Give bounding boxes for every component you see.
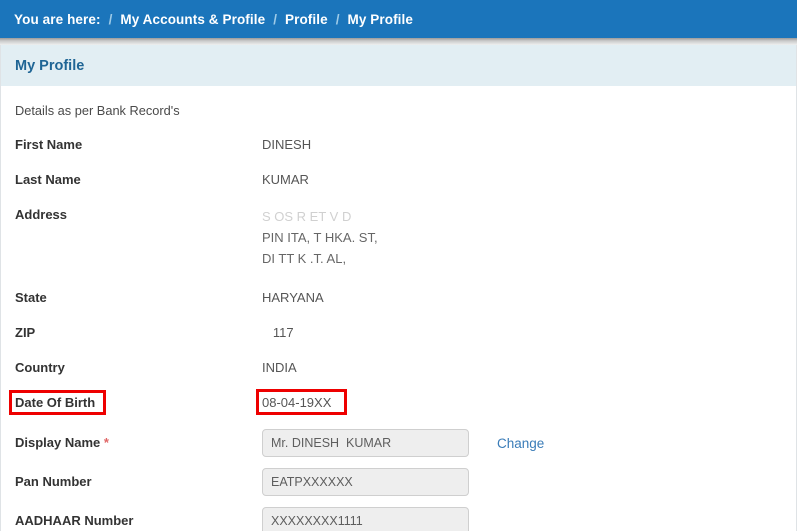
last-name-value: KUMAR <box>262 172 309 187</box>
field-row-state: State HARYANA <box>15 289 796 307</box>
field-row-date-of-birth: Date Of Birth 08-04-19XX <box>9 389 796 415</box>
date-of-birth-label-text: Date Of Birth <box>15 395 96 410</box>
breadcrumb-prefix: You are here: <box>14 11 101 27</box>
change-display-name-link[interactable]: Change <box>497 436 544 451</box>
display-name-input[interactable] <box>262 429 469 457</box>
field-row-zip: ZIP 117 <box>15 324 796 342</box>
date-of-birth-value: 08-04-19XX <box>256 389 347 415</box>
zip-label: ZIP <box>15 325 36 340</box>
aadhaar-number-input[interactable] <box>262 507 469 531</box>
breadcrumb-item-profile[interactable]: Profile <box>285 12 328 27</box>
header-divider-strip <box>0 38 797 45</box>
field-row-display-name: Display Name * Change <box>15 429 796 457</box>
address-line-1: S OS R ET V D <box>262 209 352 224</box>
page-root: You are here: / My Accounts & Profile / … <box>0 0 797 531</box>
country-label: Country <box>15 360 65 375</box>
breadcrumb-separator: / <box>335 11 340 27</box>
zip-value: 117 <box>262 324 294 342</box>
state-label: State <box>15 290 47 305</box>
panel-header: My Profile <box>1 45 796 87</box>
address-line-3: DI TT K .T. AL, <box>262 251 347 266</box>
breadcrumb-item-my-accounts-profile[interactable]: My Accounts & Profile <box>120 12 265 27</box>
state-value: HARYANA <box>262 290 324 305</box>
last-name-label: Last Name <box>15 172 81 187</box>
zip-masked-prefix <box>262 325 273 340</box>
country-value: INDIA <box>262 360 297 375</box>
pan-number-label: Pan Number <box>15 474 92 489</box>
pan-number-input[interactable] <box>262 468 469 496</box>
field-row-aadhaar-number: AADHAAR Number <box>15 507 796 531</box>
breadcrumb-separator: / <box>273 11 277 27</box>
profile-panel: My Profile Details as per Bank Record's … <box>0 45 797 531</box>
required-asterisk: * <box>103 435 109 450</box>
address-value: S OS R ET V D PIN ITA, T HKA. ST, DI TT … <box>262 206 378 269</box>
first-name-label: First Name <box>15 137 83 152</box>
breadcrumb: You are here: / My Accounts & Profile / … <box>0 0 797 38</box>
page-title: My Profile <box>15 57 85 74</box>
aadhaar-number-label: AADHAAR Number <box>15 513 134 528</box>
field-row-last-name: Last Name KUMAR <box>15 171 796 189</box>
display-name-label-text: Display Name <box>15 435 101 450</box>
panel-body: Details as per Bank Record's First Name … <box>1 87 796 531</box>
date-of-birth-value-text: 08-04-19XX <box>262 395 332 410</box>
field-row-country: Country INDIA <box>15 359 796 377</box>
field-row-pan-number: Pan Number <box>15 468 796 496</box>
address-label: Address <box>15 207 68 222</box>
intro-text: Details as per Bank Record's <box>15 103 180 118</box>
breadcrumb-separator: / <box>108 11 113 27</box>
breadcrumb-item-my-profile: My Profile <box>347 11 413 27</box>
field-row-first-name: First Name DINESH <box>15 136 796 154</box>
date-of-birth-label: Date Of Birth <box>9 390 262 415</box>
first-name-value: DINESH <box>262 137 312 152</box>
address-line-2: PIN ITA, T HKA. ST, <box>262 230 378 245</box>
zip-visible-digits: 117 <box>272 325 294 340</box>
display-name-label: Display Name * <box>15 434 262 452</box>
field-row-address: Address S OS R ET V D PIN ITA, T HKA. ST… <box>15 206 796 269</box>
